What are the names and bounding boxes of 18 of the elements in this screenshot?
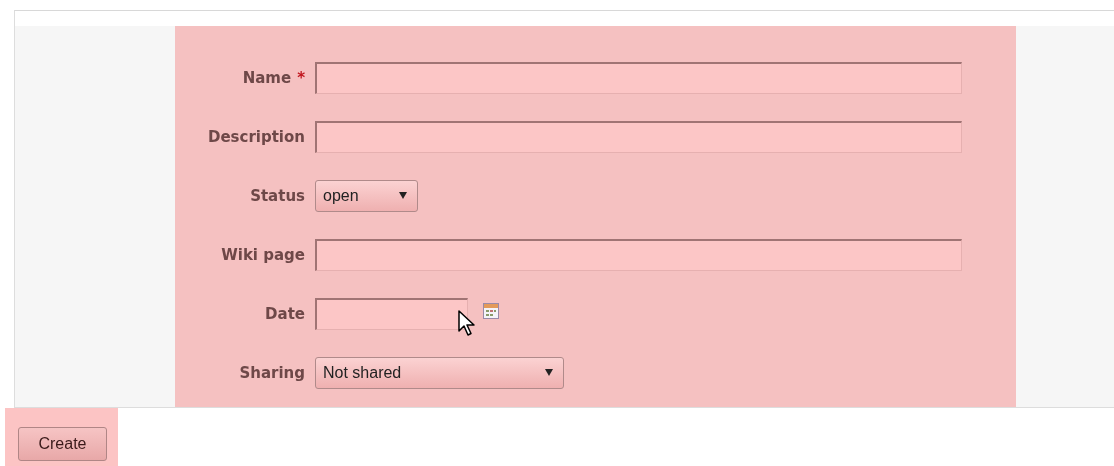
field-label: Status — [250, 186, 305, 205]
mouse-pointer-icon — [458, 309, 476, 336]
dropdown[interactable]: Not shared — [315, 356, 564, 389]
text-field[interactable] — [315, 238, 962, 271]
dropdown[interactable]: open — [315, 179, 418, 212]
calendar-icon[interactable] — [483, 303, 499, 319]
date-field[interactable] — [315, 297, 468, 330]
create-button[interactable]: Create — [18, 427, 107, 461]
field-label: Wiki page — [221, 245, 305, 264]
caret-icon — [545, 369, 553, 376]
field-label: Sharing — [239, 363, 305, 382]
field-label: Description — [207, 127, 305, 146]
field-label: Date — [265, 304, 305, 323]
text-field[interactable] — [315, 120, 962, 153]
required-mark: * — [297, 68, 305, 87]
field-label: Name — [242, 68, 292, 87]
text-field[interactable] — [315, 61, 962, 94]
caret-icon — [399, 192, 407, 199]
